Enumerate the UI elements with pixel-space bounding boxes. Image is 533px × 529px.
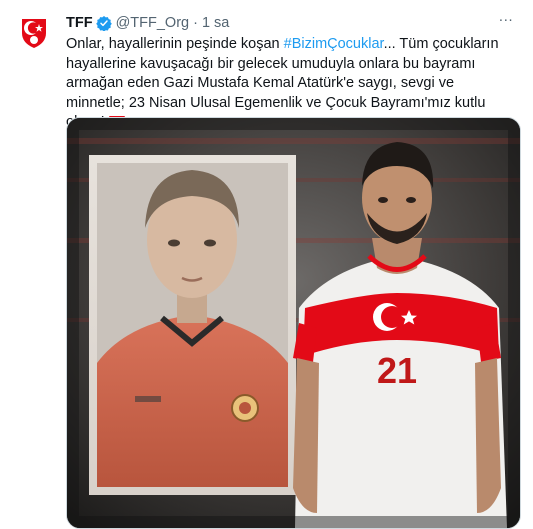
handle[interactable]: @TFF_Org (116, 15, 190, 31)
tweet-header: TFF @TFF_Org · 1 sa ··· (66, 12, 514, 33)
tweet-image[interactable]: 21 (66, 117, 521, 529)
childhood-photo (89, 155, 296, 495)
hashtag-link[interactable]: #BizimÇocuklar (284, 36, 384, 52)
jersey-number: 21 (377, 350, 417, 391)
timestamp[interactable]: 1 sa (202, 15, 229, 31)
tff-logo-avatar[interactable] (14, 11, 54, 51)
tff-crest-icon (15, 12, 53, 50)
tweet[interactable]: TFF @TFF_Org · 1 sa ··· Onlar, hayalleri… (0, 0, 533, 529)
verified-badge-icon (95, 15, 112, 31)
display-name[interactable]: TFF (66, 15, 93, 31)
more-options-icon[interactable]: ··· (499, 12, 514, 28)
tweet-photo-illustration: 21 (67, 118, 520, 528)
separator: · (193, 15, 198, 31)
tweet-text-part1: Onlar, hayallerinin peşinde koşan (66, 36, 284, 52)
